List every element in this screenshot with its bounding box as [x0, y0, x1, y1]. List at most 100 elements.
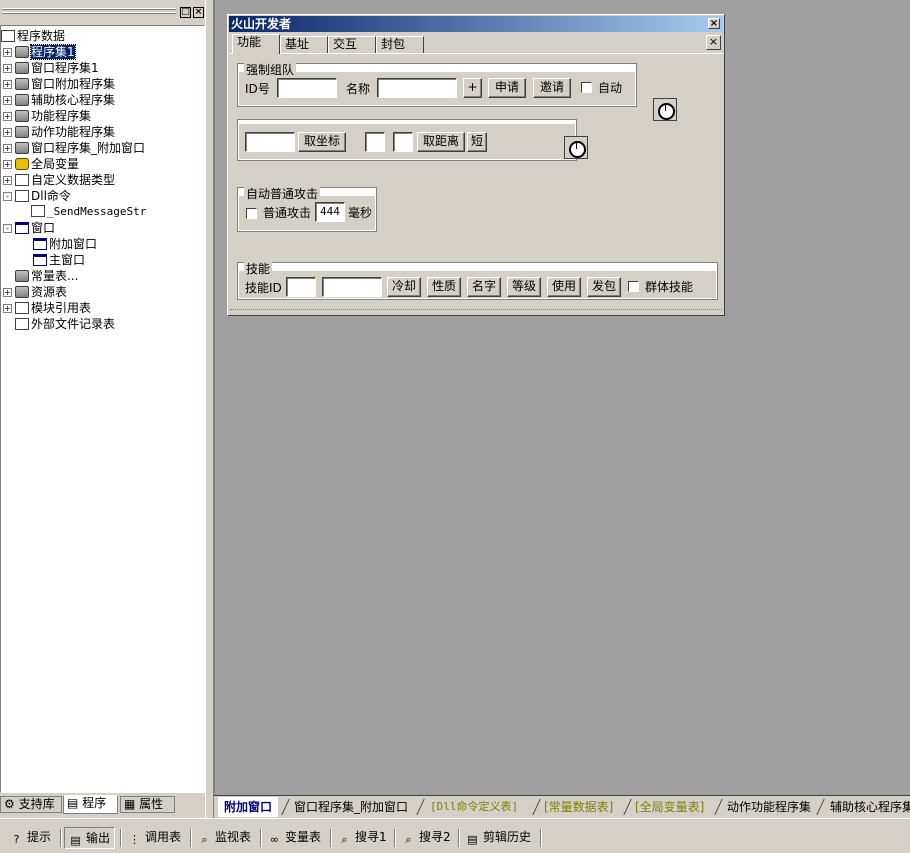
invite-button[interactable]: 邀请 — [533, 78, 571, 98]
doc-tab-global-variable-table[interactable]: [全局变量表] — [629, 797, 710, 817]
output-tab[interactable]: ▤ 输出 — [64, 827, 116, 849]
attack-interval-input[interactable]: 444 — [315, 202, 345, 222]
tree-item-window-assembly-addon-window[interactable]: + 窗口程序集_附加窗口 — [3, 140, 145, 156]
apply-button[interactable]: 申请 — [488, 78, 526, 98]
tree-item-window-addon-assembly[interactable]: + 窗口附加程序集 — [3, 76, 115, 92]
tree-item-dll-commands[interactable]: - Dll命令 — [3, 188, 71, 204]
expand-toggle[interactable]: + — [3, 112, 12, 121]
tree-item-global-variables[interactable]: + 全局变量 — [3, 156, 79, 172]
expand-toggle[interactable]: + — [3, 304, 12, 313]
get-coord-button[interactable]: 取坐标 — [298, 132, 346, 152]
assembly-icon — [15, 94, 29, 106]
tree-item-sendmessagestr[interactable]: _SendMessageStr — [31, 204, 146, 220]
panel-title-bar[interactable]: □ × — [0, 3, 207, 20]
plus-button[interactable]: + — [463, 78, 482, 98]
form-resize-edge[interactable] — [230, 309, 722, 313]
tree-item-windows[interactable]: - 窗口 — [3, 220, 55, 236]
doc-tab-window-assembly-addon[interactable]: 窗口程序集_附加窗口 — [288, 797, 414, 817]
tab-support-library[interactable]: ⚙ 支持库 — [0, 796, 62, 813]
watch-table-tab[interactable]: ⌕ 监视表 — [194, 827, 255, 849]
expand-toggle[interactable]: + — [3, 48, 12, 57]
normal-attack-checkbox[interactable] — [246, 208, 257, 219]
tree-item-external-file-table[interactable]: 外部文件记录表 — [15, 316, 115, 332]
use-button[interactable]: 使用 — [547, 277, 581, 297]
tree-item-label: 全局变量 — [31, 157, 80, 171]
skill-id-label: 技能ID — [245, 281, 282, 295]
get-distance-button[interactable]: 取距离 — [417, 132, 465, 152]
distance-b-input[interactable] — [393, 132, 413, 152]
expand-toggle[interactable]: + — [3, 176, 12, 185]
skill-id-input[interactable] — [286, 277, 316, 297]
tree-item-program-data[interactable]: 程序数据 — [1, 28, 65, 44]
form-designer-area[interactable]: 火山开发者 × 功能 基址 交互 封包 × 强制组队 ID号 名称 + 申请 邀… — [214, 0, 910, 795]
toolbar-separator — [458, 829, 460, 847]
tree-item-label: 主窗口 — [49, 253, 86, 267]
expand-toggle[interactable]: + — [3, 128, 12, 137]
tree-item-constant-table[interactable]: 常量表... — [15, 268, 78, 284]
level-button[interactable]: 等级 — [507, 277, 541, 297]
panel-grip[interactable] — [2, 12, 176, 14]
tab-packet[interactable]: 封包 — [376, 36, 424, 53]
panel-splitter[interactable] — [205, 0, 214, 818]
distance-a-input[interactable] — [365, 132, 385, 152]
doc-tab-action-function-assembly[interactable]: 动作功能程序集 — [721, 797, 817, 817]
hint-tab[interactable]: ? 提示 — [6, 827, 55, 849]
auto-checkbox[interactable] — [581, 82, 592, 93]
short-button[interactable]: 短 — [467, 132, 487, 152]
tab-base-address[interactable]: 基址 — [280, 36, 328, 53]
tree-item-addon-window[interactable]: 附加窗口 — [33, 236, 97, 252]
form-close-button[interactable]: × — [708, 18, 720, 29]
tree-item-window-assembly-1[interactable]: + 窗口程序集1 — [3, 60, 99, 76]
tab-properties[interactable]: ▦ 属性 — [120, 796, 175, 813]
expand-toggle[interactable]: + — [3, 80, 12, 89]
tree-item-module-reference-table[interactable]: + 模块引用表 — [3, 300, 91, 316]
collapse-toggle[interactable]: - — [3, 224, 12, 233]
team-id-input[interactable] — [277, 78, 337, 98]
panel-restore-button[interactable]: □ — [180, 7, 191, 18]
doc-tab-helper-core-assembly[interactable]: 辅助核心程序集 — [824, 797, 910, 817]
tab-interaction[interactable]: 交互 — [328, 36, 376, 53]
coord-input[interactable] — [245, 132, 295, 152]
doc-tab-dll-command-table[interactable]: [Dll命令定义表] — [424, 797, 524, 817]
form-title-bar[interactable]: 火山开发者 × — [229, 16, 723, 32]
toolbar-separator — [330, 829, 332, 847]
name-button[interactable]: 名字 — [467, 277, 501, 297]
resource-table-icon — [15, 286, 29, 298]
doc-tab-addon-window[interactable]: 附加窗口 — [218, 797, 279, 817]
variable-table-tab[interactable]: ∞ 变量表 — [264, 827, 325, 849]
tree-item-custom-data-types[interactable]: + 自定义数据类型 — [3, 172, 115, 188]
expand-toggle[interactable]: + — [3, 96, 12, 105]
property-button[interactable]: 性质 — [427, 277, 461, 297]
team-name-input[interactable] — [377, 78, 457, 98]
expand-toggle[interactable]: + — [3, 288, 12, 297]
skill-name-input[interactable] — [322, 277, 382, 297]
collapse-toggle[interactable]: - — [3, 192, 12, 201]
tree-item-function-assembly[interactable]: + 功能程序集 — [3, 108, 91, 124]
cooldown-button[interactable]: 冷却 — [387, 277, 421, 297]
form-window[interactable]: 火山开发者 × 功能 基址 交互 封包 × 强制组队 ID号 名称 + 申请 邀… — [227, 14, 725, 316]
expand-toggle[interactable]: + — [3, 144, 12, 153]
tab-close-button[interactable]: × — [706, 35, 721, 50]
tree-item-resource-table[interactable]: + 资源表 — [3, 284, 67, 300]
clipboard-history-tab[interactable]: ▤ 剪辑历史 — [462, 827, 535, 849]
doc-tab-constant-table[interactable]: [常量数据表] — [538, 797, 619, 817]
toolbar-separator — [120, 829, 122, 847]
milliseconds-label: 毫秒 — [348, 206, 373, 220]
expand-toggle[interactable]: + — [3, 64, 12, 73]
search1-tab[interactable]: ⌕ 搜寻1 — [334, 827, 391, 849]
project-tree[interactable]: 程序数据 + 程序集1 + 窗口程序集1 + 窗口附加程序集 + 辅助核心程序集 + 功能… — [0, 25, 205, 793]
tab-function[interactable]: 功能 — [232, 34, 280, 54]
tree-item-action-function-assembly[interactable]: + 动作功能程序集 — [3, 124, 115, 140]
call-table-tab[interactable]: ⋮ 调用表 — [124, 827, 185, 849]
tree-item-main-window[interactable]: 主窗口 — [33, 252, 85, 268]
panel-grip[interactable] — [2, 8, 176, 10]
send-packet-button[interactable]: 发包 — [587, 277, 621, 297]
tree-item-helper-core-assembly[interactable]: + 辅助核心程序集 — [3, 92, 115, 108]
panel-close-button[interactable]: × — [193, 7, 204, 18]
bottom-tab-label: 监视表 — [215, 830, 252, 844]
group-skill-checkbox[interactable] — [628, 281, 639, 292]
tab-program[interactable]: ▤ 程序 — [63, 795, 118, 814]
expand-toggle[interactable]: + — [3, 160, 12, 169]
tree-item-assembly-1[interactable]: + 程序集1 — [3, 44, 76, 60]
search2-tab[interactable]: ⌕ 搜寻2 — [398, 827, 455, 849]
